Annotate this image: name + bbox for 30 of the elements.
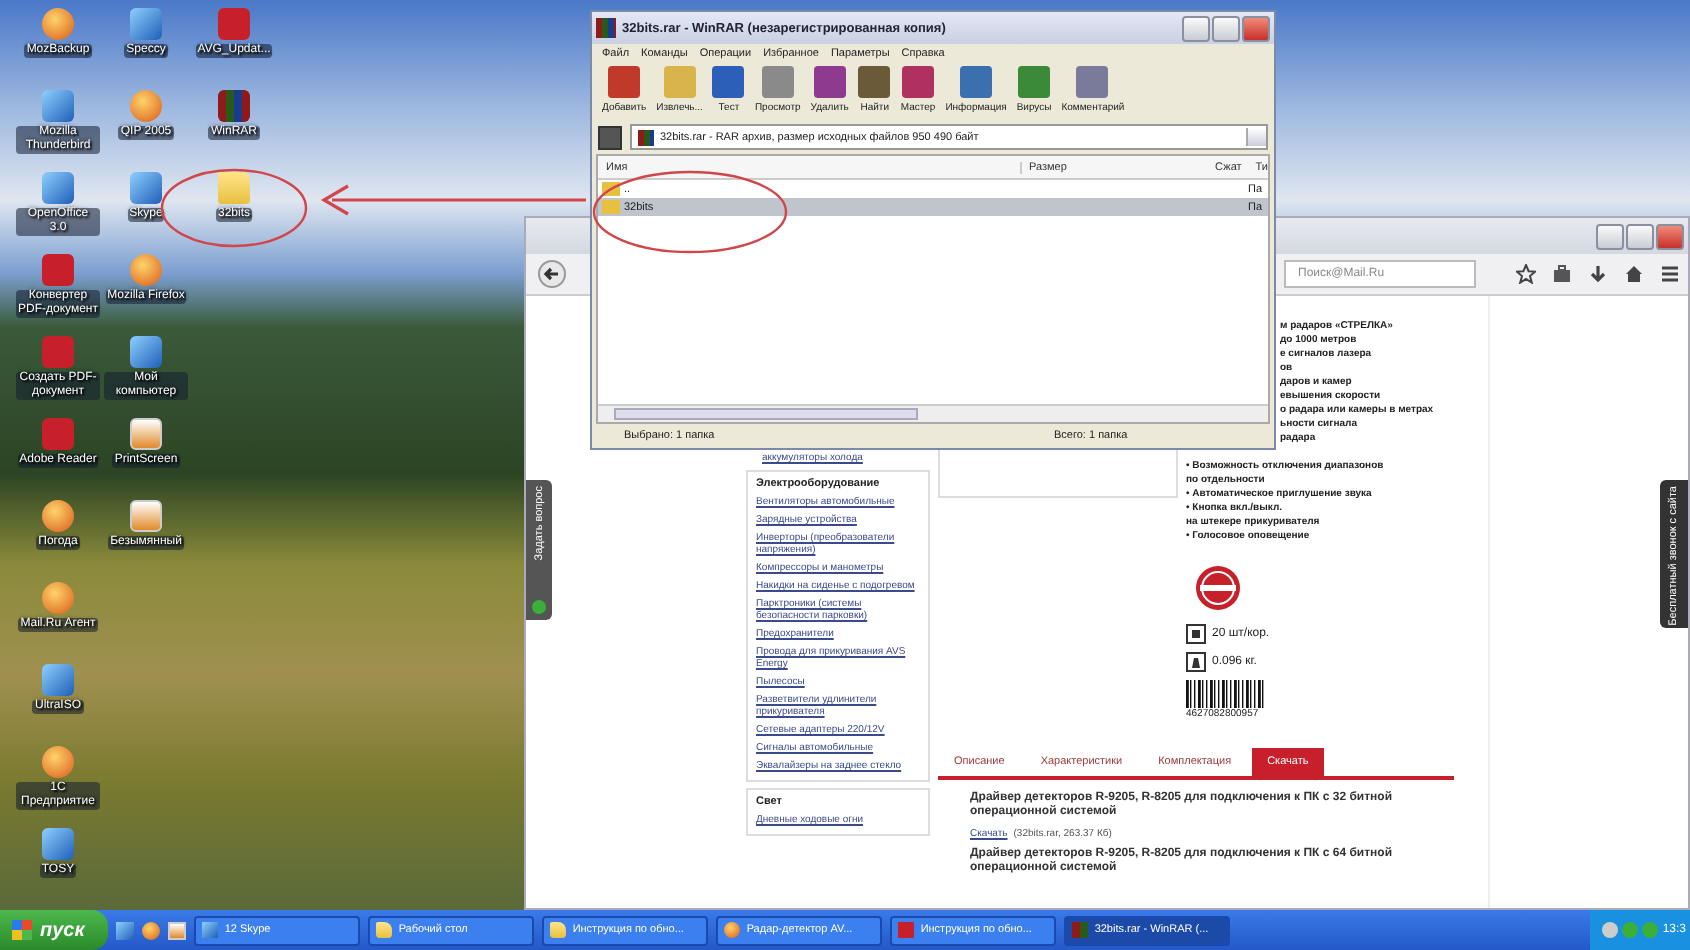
dropdown-button[interactable] — [1246, 128, 1266, 146]
up-button[interactable] — [598, 125, 622, 149]
tile-icon — [1076, 66, 1109, 98]
home-icon[interactable] — [1624, 264, 1644, 284]
tile-icon — [858, 66, 891, 98]
tile-icon — [960, 66, 993, 98]
stamp-icon — [1194, 564, 1242, 612]
tile-icon — [608, 66, 641, 98]
menu-icon[interactable] — [1660, 264, 1680, 284]
star-icon[interactable] — [1516, 264, 1536, 284]
horizontal-scrollbar[interactable] — [598, 404, 1268, 422]
tile-icon — [902, 66, 935, 98]
tile-icon — [663, 66, 696, 98]
maximize-button[interactable] — [1212, 15, 1240, 41]
barcode-drawing — [1186, 680, 1266, 708]
download-icon[interactable] — [1588, 264, 1608, 284]
weight-icon — [1186, 652, 1206, 672]
box-icon — [1186, 624, 1206, 644]
tile-icon — [761, 66, 794, 98]
maximize-button[interactable] — [1626, 223, 1654, 249]
tile-icon — [712, 66, 745, 98]
minimize-button[interactable] — [1596, 223, 1624, 249]
back-icon[interactable] — [538, 260, 566, 288]
close-button[interactable] — [1656, 223, 1684, 249]
minimize-button[interactable] — [1182, 15, 1210, 41]
tile-icon — [1018, 66, 1051, 98]
archive-icon — [596, 18, 616, 38]
tile-icon — [813, 66, 846, 98]
close-button[interactable] — [1242, 15, 1270, 41]
briefcase-icon[interactable] — [1552, 264, 1572, 284]
